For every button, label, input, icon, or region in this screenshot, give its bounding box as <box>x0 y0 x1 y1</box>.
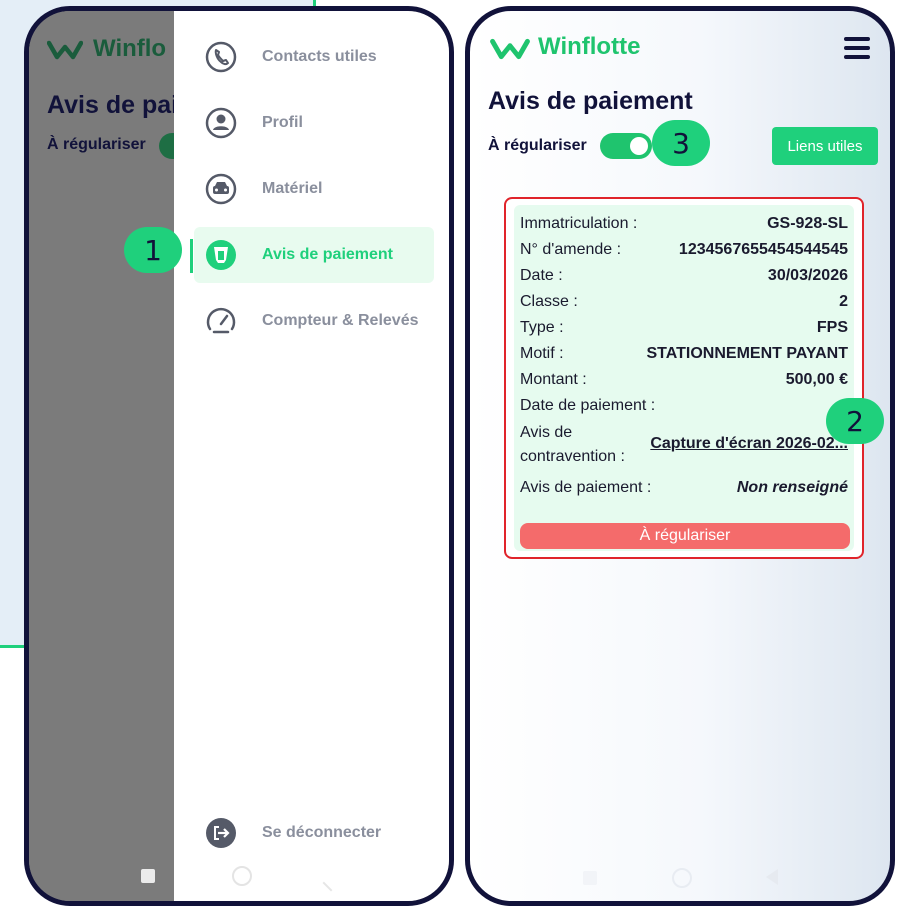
field-classe: Classe : 2 <box>520 293 848 311</box>
page-title: Avis de paiement <box>488 87 693 115</box>
field-contravention-link-row: Capture d'écran 2026-02... <box>644 435 848 453</box>
field-label: Date : <box>520 267 563 284</box>
nav-home-button[interactable] <box>672 868 692 888</box>
field-label: Montant : <box>520 371 587 388</box>
card-body: Immatriculation : GS-928-SL N° d'amende … <box>514 205 854 551</box>
field-value: STATIONNEMENT PAYANT <box>646 345 849 362</box>
nav-recent-button[interactable] <box>141 869 155 883</box>
menu-label-avis-de-paiement: Avis de paiement <box>262 246 394 263</box>
menu-item-avis-de-paiement[interactable]: Avis de paiement <box>194 227 434 283</box>
field-immatriculation: Immatriculation : GS-928-SL <box>520 215 848 233</box>
field-montant: Montant : 500,00 € <box>520 371 848 389</box>
menu-item-profil[interactable]: Profil <box>194 95 434 151</box>
field-date: Date : 30/03/2026 <box>520 267 848 285</box>
nav-home-button[interactable] <box>232 866 252 886</box>
menu-item-contacts[interactable]: Contacts utiles <box>194 29 434 85</box>
logout-label: Se déconnecter <box>262 824 382 841</box>
menu-label-profil: Profil <box>262 114 303 131</box>
navigation-drawer: Contacts utiles Profil Matériel Avis de … <box>174 11 449 901</box>
field-avis-paiement: Avis de paiement : Non renseigné <box>520 479 848 497</box>
step-badge-1: 1 <box>124 227 182 273</box>
menu-item-compteur[interactable]: Compteur & Relevés <box>194 293 434 349</box>
field-label: contravention : <box>520 448 625 465</box>
field-label-contravention: Avis de contravention : <box>520 421 625 469</box>
menu-label-materiel: Matériel <box>262 180 323 197</box>
field-label: Avis de <box>520 424 573 441</box>
field-label: Immatriculation : <box>520 215 638 232</box>
field-label: Classe : <box>520 293 578 310</box>
winflotte-logo-icon <box>47 40 83 60</box>
field-label: N° d'amende : <box>520 241 622 258</box>
car-icon <box>204 172 238 206</box>
regulariser-toggle[interactable] <box>600 133 652 159</box>
toggle-knob <box>630 137 648 155</box>
toggle-label-dimmed: À régulariser <box>47 136 146 153</box>
step-badge-3: 3 <box>652 120 710 166</box>
field-numero-amende: N° d'amende : 1234567655454544545 <box>520 241 848 259</box>
menu-item-materiel[interactable]: Matériel <box>194 161 434 217</box>
step-badge-2: 2 <box>826 398 884 444</box>
field-value: 30/03/2026 <box>767 267 848 284</box>
cup-icon <box>204 238 238 272</box>
field-label: Motif : <box>520 345 564 362</box>
field-value: GS-928-SL <box>767 215 848 232</box>
field-value: 500,00 € <box>785 371 848 388</box>
field-value: 1234567655454544545 <box>678 241 848 258</box>
field-value: FPS <box>816 319 848 336</box>
nav-recent-button[interactable] <box>583 871 597 885</box>
menu-label-contacts: Contacts utiles <box>262 48 377 65</box>
field-type: Type : FPS <box>520 319 848 337</box>
field-motif: Motif : STATIONNEMENT PAYANT <box>520 345 848 363</box>
field-label: Date de paiement : <box>520 397 656 414</box>
brand-name-dimmed: Winflo <box>93 35 167 62</box>
user-icon <box>204 106 238 140</box>
nav-back-button[interactable] <box>766 869 778 885</box>
page-title-dimmed: Avis de pai <box>47 91 179 119</box>
field-value: Non renseigné <box>736 479 848 496</box>
payment-notice-card[interactable]: Immatriculation : GS-928-SL N° d'amende … <box>504 197 864 559</box>
phone-icon <box>204 40 238 74</box>
logout-icon <box>204 816 238 850</box>
field-date-paiement: Date de paiement : <box>520 397 848 415</box>
liens-utiles-button[interactable]: Liens utiles <box>772 127 878 165</box>
speedometer-icon <box>204 304 238 338</box>
field-label: Avis de paiement : <box>520 479 652 496</box>
field-label: Type : <box>520 319 564 336</box>
contravention-file-link[interactable]: Capture d'écran 2026-02... <box>650 435 848 453</box>
toggle-label: À régulariser <box>488 137 587 154</box>
regulariser-status-button[interactable]: À régulariser <box>520 523 850 549</box>
active-indicator <box>190 239 193 273</box>
winflotte-logo-icon <box>490 38 530 60</box>
hamburger-menu-icon[interactable] <box>844 37 870 59</box>
logout-button[interactable]: Se déconnecter <box>194 805 434 861</box>
menu-label-compteur: Compteur & Relevés <box>262 312 419 329</box>
phone-left: Winflo Avis de pai À régulariser Contact… <box>24 6 454 906</box>
field-value: 2 <box>839 293 848 310</box>
brand-name: Winflotte <box>538 33 641 60</box>
